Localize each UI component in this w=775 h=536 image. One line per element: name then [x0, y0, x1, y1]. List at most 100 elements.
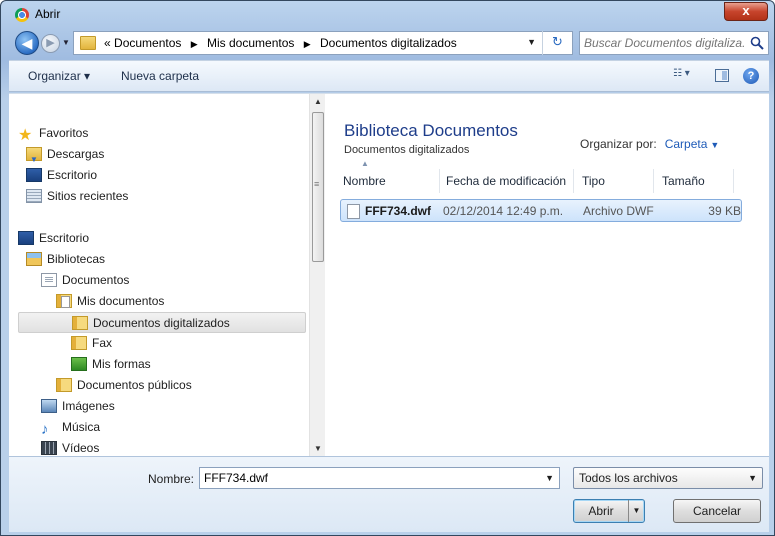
filename-dropdown-icon[interactable]: ▼ [545, 473, 554, 483]
tree-item[interactable]: Imágenes [41, 396, 115, 417]
downloads-folder-icon [26, 147, 42, 170]
recent-locations-dropdown-icon[interactable]: ▼ [62, 38, 70, 47]
filename-combobox[interactable]: ▼ [199, 467, 560, 489]
tree-item[interactable]: ★ Favoritos [18, 123, 88, 144]
back-button[interactable]: ◀ [15, 31, 39, 55]
refresh-button[interactable]: ↻ [542, 31, 572, 55]
filter-dropdown-icon[interactable]: ▼ [748, 473, 757, 483]
tree-item[interactable]: Descargas [26, 144, 105, 170]
star-icon: ★ [18, 127, 33, 144]
breadcrumb-separator-icon[interactable]: ▶ [304, 39, 311, 49]
tree-item[interactable]: Fax [71, 333, 112, 354]
recent-places-icon [26, 189, 42, 203]
address-dropdown-icon[interactable]: ▼ [527, 37, 536, 47]
tree-item[interactable]: Mis formas [71, 354, 151, 375]
desktop-icon [18, 231, 34, 245]
tree-item[interactable]: Vídeos [41, 438, 99, 457]
folder-icon [80, 36, 96, 50]
close-button[interactable]: x [724, 2, 768, 21]
tree-item[interactable]: Mis documentos [56, 291, 164, 312]
help-button[interactable]: ? [743, 68, 759, 84]
file-name: FFF734.dwf [365, 204, 432, 218]
tree-item[interactable]: Bibliotecas [26, 249, 105, 270]
tree-item-label: Descargas [47, 147, 105, 161]
main-content: ★ Favoritos Descargas Escritorio Sitios reci… [9, 93, 769, 457]
search-input[interactable] [584, 34, 744, 52]
column-header-date[interactable]: Fecha de modificación [440, 169, 574, 193]
search-box[interactable] [579, 31, 769, 55]
music-library-icon: ♪ [41, 421, 49, 438]
library-subtitle: Documentos digitalizados [344, 144, 470, 156]
scroll-down-icon[interactable]: ▼ [310, 441, 325, 457]
file-icon [347, 204, 360, 219]
breadcrumb-overflow[interactable]: « [104, 36, 111, 50]
tree-item-label: Mis documentos [77, 294, 165, 308]
breadcrumb-separator-icon[interactable]: ▶ [191, 39, 198, 49]
file-size: 39 KB [708, 204, 741, 218]
navigation-bar: ◀ ▶ ▼ « Documentos ▶ Mis documentos ▶ Do… [9, 30, 769, 56]
change-view-icon[interactable]: ☷ ▾ [673, 68, 701, 84]
organize-menu-button[interactable]: Organizar ▾ [28, 69, 90, 83]
tree-item[interactable]: Escritorio [26, 165, 97, 186]
breadcrumb-mis-documentos[interactable]: Mis documentos [207, 36, 294, 50]
window-title: Abrir [35, 7, 61, 21]
open-button-label: Abrir [588, 504, 614, 518]
tree-item-label: Escritorio [47, 168, 98, 182]
tree-item-label: Sitios recientes [47, 189, 129, 203]
command-bar: Organizar ▾ Nueva carpeta ☷ ▾ ? [9, 60, 769, 92]
tree-item-label: Bibliotecas [47, 252, 106, 266]
tree-item[interactable]: Escritorio [18, 228, 89, 249]
tree-item[interactable]: ♪ Música [41, 417, 100, 438]
folder-icon [71, 336, 87, 350]
filename-label: Nombre: [148, 472, 195, 486]
forms-folder-icon [71, 357, 87, 371]
file-type-filter[interactable]: Todos los archivos ▼ [573, 467, 763, 489]
open-file-dialog: Abrir x ◀ ▶ ▼ « Documentos ▶ Mis documen… [0, 0, 775, 536]
tree-item-label: Documentos digitalizados [93, 316, 230, 330]
open-button[interactable]: Abrir ▼ [573, 499, 645, 523]
tree-item[interactable]: Documentos [41, 270, 129, 291]
folder-documents-icon [56, 294, 72, 308]
scroll-thumb[interactable] [312, 112, 324, 262]
arrange-by-value[interactable]: Carpeta [665, 137, 708, 151]
breadcrumb-documentos[interactable]: Documentos [114, 36, 181, 50]
breadcrumb-documentos-digitalizados[interactable]: Documentos digitalizados [320, 36, 457, 50]
new-folder-button[interactable]: Nueva carpeta [121, 69, 199, 83]
search-icon[interactable] [750, 36, 764, 50]
filename-input[interactable] [204, 470, 524, 486]
tree-item-label: Favoritos [39, 126, 89, 140]
pictures-library-icon [41, 399, 57, 413]
file-date: 02/12/2014 12:49 p.m. [443, 204, 564, 218]
title-bar[interactable]: Abrir x [1, 1, 774, 29]
tree-item[interactable]: Documentos digitalizados [18, 312, 306, 333]
arrange-dropdown-icon[interactable]: ▼ [710, 140, 719, 150]
tree-item-label: Mis formas [92, 357, 151, 371]
file-row[interactable]: FFF734.dwf 02/12/2014 12:49 p.m. Archivo… [340, 199, 742, 222]
libraries-icon [26, 252, 42, 266]
arrange-by: Organizar por: Carpeta ▼ [580, 137, 719, 151]
tree-item-label: Documentos públicos [77, 378, 192, 392]
address-bar[interactable]: « Documentos ▶ Mis documentos ▶ Document… [73, 31, 573, 55]
forward-button[interactable]: ▶ [41, 34, 60, 53]
column-header-name[interactable]: ▲ Nombre [337, 159, 440, 193]
tree-item-label: Documentos [62, 273, 130, 287]
tree-item[interactable]: Documentos públicos [56, 375, 192, 396]
sort-ascending-icon: ▲ [361, 159, 369, 168]
scroll-up-icon[interactable]: ▲ [310, 94, 325, 110]
navigation-scrollbar[interactable]: ▲ ▼ [309, 94, 325, 457]
column-header-type[interactable]: Tipo [574, 169, 654, 193]
tree-item-label: Vídeos [62, 441, 100, 455]
folder-icon [72, 316, 88, 330]
file-list-pane: Biblioteca Documentos Documentos digital… [327, 94, 769, 457]
arrange-by-label: Organizar por: [580, 137, 657, 151]
preview-pane-icon[interactable] [715, 69, 729, 82]
column-header-size[interactable]: Tamaño [654, 169, 734, 193]
file-type-filter-value: Todos los archivos [579, 471, 678, 485]
open-options-dropdown-icon[interactable]: ▼ [628, 500, 644, 522]
file-type: Archivo DWF [583, 204, 654, 218]
tree-item[interactable]: Sitios recientes [26, 186, 128, 207]
cancel-button[interactable]: Cancelar [673, 499, 761, 523]
tree-item-label: Fax [92, 336, 113, 350]
chrome-app-icon [15, 8, 29, 22]
breadcrumb: « Documentos ▶ Mis documentos ▶ Document… [104, 36, 457, 50]
